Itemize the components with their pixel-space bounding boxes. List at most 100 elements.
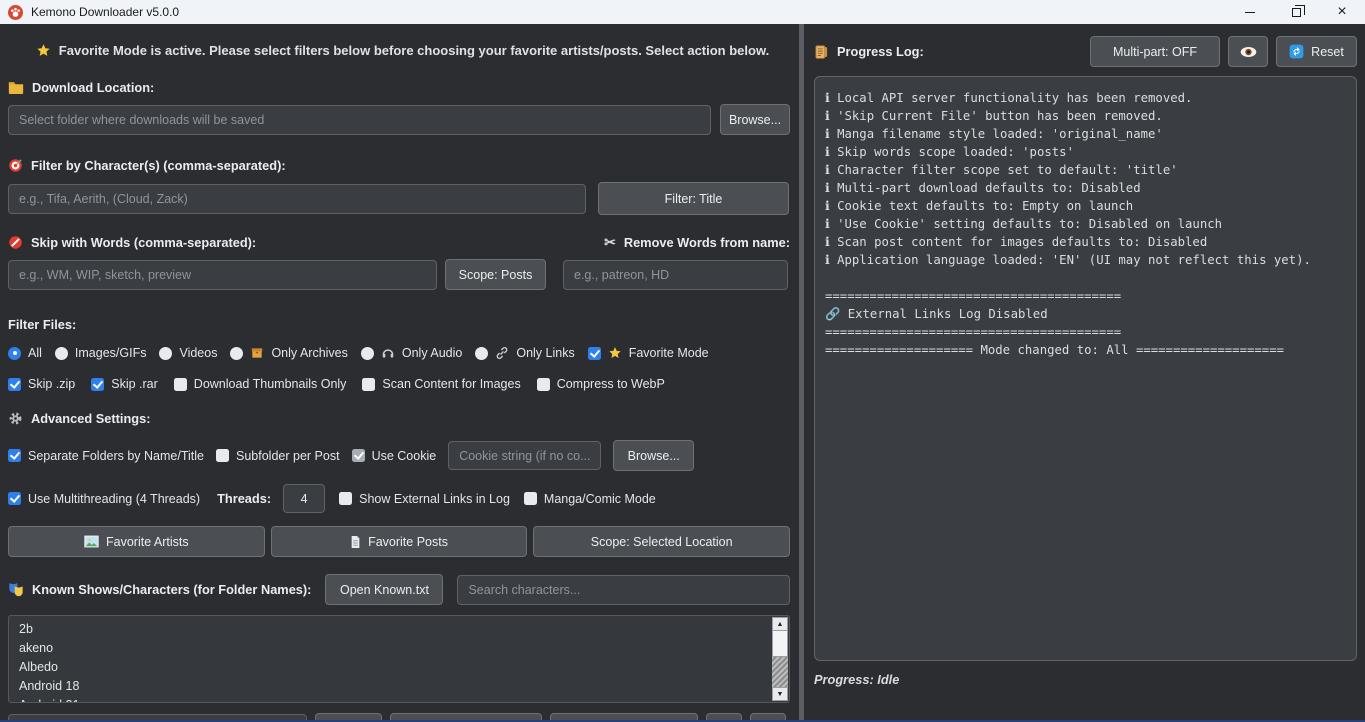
refresh-icon [1289,44,1304,59]
threads-label: Threads: [217,491,271,506]
log-line: ==================== Mode changed to: Al… [825,341,1346,359]
download-location-input[interactable] [8,105,711,135]
advanced-settings-label: Advanced Settings: [8,411,797,426]
favorite-posts-button[interactable]: Favorite Posts [271,526,528,557]
skip-zip-checkbox[interactable]: Skip .zip [8,377,75,391]
gear-icon [8,411,23,426]
add-to-filter-button[interactable]: Add to Filter [390,713,542,722]
favorite-mode-checkbox[interactable]: Favorite Mode [588,346,709,360]
open-known-txt-button[interactable]: Open Known.txt [325,574,443,605]
character-filter-input[interactable] [8,184,586,214]
delete-selected-button[interactable]: Delete Selected [550,713,698,722]
log-line: ℹ Application language loaded: 'EN' (UI … [825,251,1346,269]
separate-folders-checkbox[interactable]: Separate Folders by Name/Title [8,449,204,463]
checkbox-icon [362,378,375,391]
list-item[interactable]: akeno [9,639,789,658]
checkbox-icon [537,378,550,391]
close-button[interactable]: × [1319,0,1365,24]
scroll-icon [814,44,829,60]
minimize-button[interactable] [1227,0,1273,24]
show-external-links-checkbox[interactable]: Show External Links in Log [339,492,510,506]
banner-text: Favorite Mode is active. Please select f… [59,43,769,58]
remove-words-label: ✂ Remove Words from name: [604,234,790,251]
multithreading-checkbox[interactable]: Use Multithreading (4 Threads) [8,492,200,506]
eye-button[interactable] [1228,36,1268,67]
add-button[interactable]: + Add [315,713,382,722]
star-icon [36,43,51,58]
radio-icon [8,347,21,360]
package-icon [250,346,264,360]
checkbox-icon [8,449,21,462]
settings-button[interactable] [750,713,786,722]
help-button[interactable]: ? [706,713,742,722]
folder-icon [8,81,24,94]
scrollbar-track[interactable] [772,657,788,687]
download-location-label: Download Location: [8,80,797,95]
main-panel: Favorite Mode is active. Please select f… [0,24,797,722]
use-cookie-checkbox[interactable]: Use Cookie [352,449,437,463]
scope-selected-location-button[interactable]: Scope: Selected Location [533,526,790,557]
link-icon [495,346,509,360]
manga-comic-mode-checkbox[interactable]: Manga/Comic Mode [524,492,656,506]
radio-videos[interactable]: Videos [159,346,217,360]
skip-words-input[interactable] [8,260,437,290]
log-line: ======================================== [825,287,1346,305]
skip-words-scope-button[interactable]: Scope: Posts [445,259,546,290]
log-line: ℹ Cookie text defaults to: Empty on laun… [825,197,1346,215]
scroll-up-button[interactable]: ▲ [772,617,788,631]
headphones-icon [381,346,395,360]
checkbox-icon [91,378,104,391]
target-icon [8,158,23,173]
theater-masks-icon [8,582,24,597]
filter-files-label: Filter Files: [8,317,797,332]
progress-log[interactable]: ℹ Local API server functionality has bee… [814,76,1357,661]
favorite-artists-button[interactable]: Favorite Artists [8,526,265,557]
log-line: ℹ Skip words scope loaded: 'posts' [825,143,1346,161]
scan-content-checkbox[interactable]: Scan Content for Images [362,377,520,391]
threads-input[interactable] [283,484,325,513]
scroll-down-button[interactable]: ▼ [772,687,788,701]
window-title: Kemono Downloader v5.0.0 [31,5,179,19]
remove-words-input[interactable] [563,260,788,290]
add-character-input[interactable] [8,714,307,722]
checkbox-icon [339,492,352,505]
list-item[interactable]: Albedo [9,658,789,677]
checkbox-icon [524,492,537,505]
cookie-browse-button[interactable]: Browse... [613,440,694,471]
radio-only-links[interactable]: Only Links [475,346,574,360]
document-icon [350,535,361,549]
list-scrollbar[interactable]: ▲ ▼ [772,617,788,701]
multipart-toggle-button[interactable]: Multi-part: OFF [1090,36,1220,67]
radio-only-archives[interactable]: Only Archives [230,346,347,360]
compress-webp-checkbox[interactable]: Compress to WebP [537,377,665,391]
download-thumbnails-checkbox[interactable]: Download Thumbnails Only [174,377,347,391]
app-icon [8,5,23,20]
known-shows-label: Known Shows/Characters (for Folder Names… [8,582,311,597]
skip-words-label: Skip with Words (comma-separated): [8,235,256,250]
progress-log-label: Progress Log: [837,44,924,59]
search-characters-input[interactable] [457,575,790,605]
picture-icon [84,535,99,548]
checkbox-icon [588,347,601,360]
cookie-string-input[interactable] [448,441,601,470]
reset-button[interactable]: Reset [1276,36,1357,67]
log-line: ℹ Character filter scope set to default:… [825,161,1346,179]
download-browse-button[interactable]: Browse... [720,104,790,135]
radio-images-gifs[interactable]: Images/GIFs [55,346,147,360]
list-item[interactable]: Android 18 [9,677,789,696]
radio-all[interactable]: All [8,346,42,360]
list-item[interactable]: 2b [9,620,789,639]
known-characters-list[interactable]: 2b akeno Albedo Android 18 Android 21 ▲ … [8,615,790,703]
restore-button[interactable] [1273,0,1319,24]
skip-rar-checkbox[interactable]: Skip .rar [91,377,158,391]
subfolder-per-post-checkbox[interactable]: Subfolder per Post [216,449,340,463]
scrollbar-thumb[interactable] [772,631,788,657]
character-filter-label: Filter by Character(s) (comma-separated)… [8,158,797,173]
log-line: ℹ Local API server functionality has bee… [825,89,1346,107]
list-item[interactable]: Android 21 [9,696,789,703]
character-filter-scope-button[interactable]: Filter: Title [598,182,789,215]
close-icon: × [1337,4,1346,20]
titlebar: Kemono Downloader v5.0.0 × [0,0,1365,24]
no-entry-icon [8,235,23,250]
radio-only-audio[interactable]: Only Audio [361,346,462,360]
